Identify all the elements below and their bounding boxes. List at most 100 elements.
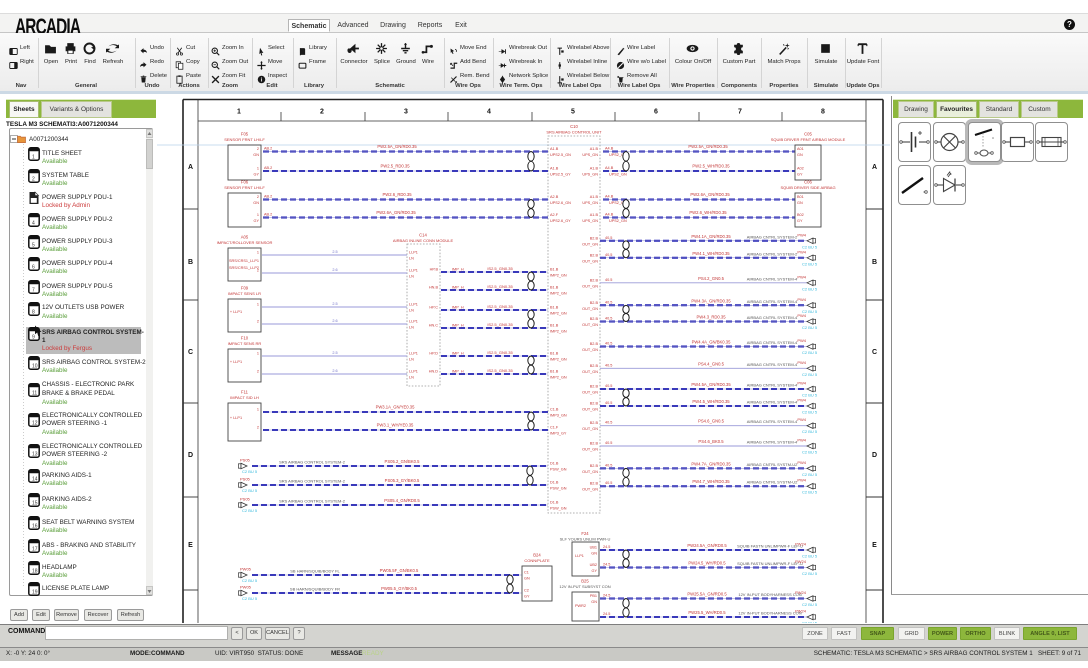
svg-text:C2 BU 5: C2 BU 5 <box>802 372 818 377</box>
svg-text:B2.B: B2.B <box>590 278 599 282</box>
svg-text:C2 BU 5: C2 BU 5 <box>802 410 818 415</box>
svg-text:C10: C10 <box>570 124 578 129</box>
svg-text:GN: GN <box>797 201 803 205</box>
svg-text:B1.B: B1.B <box>550 268 559 272</box>
svg-text:C2 BU 5: C2 BU 5 <box>242 578 258 583</box>
svg-text:OUT_GN: OUT_GN <box>582 448 598 452</box>
svg-text:PW2.5_RD0.35: PW2.5_RD0.35 <box>380 164 410 169</box>
svg-text:A1.B: A1.B <box>550 147 559 151</box>
svg-text:C2 BU 5: C2 BU 5 <box>242 488 258 493</box>
svg-text:2: 2 <box>257 269 259 273</box>
svg-text:12V IN-PUT BODYHARNESS CON: 12V IN-PUT BODYHARNESS CON <box>738 592 801 597</box>
svg-text:D1.B: D1.B <box>550 501 559 505</box>
svg-text:AIRBAG CNTRL SYSTM-U2: AIRBAG CNTRL SYSTM-U2 <box>747 462 799 467</box>
svg-text:IS2.5_GN0.35: IS2.5_GN0.35 <box>487 266 513 271</box>
svg-text:40.5: 40.5 <box>605 363 612 367</box>
svg-text:AIRBAG CNTRL SYSTEM-4: AIRBAG CNTRL SYSTEM-4 <box>747 440 798 445</box>
svg-text:PW24.5A_GN/RD0.5: PW24.5A_GN/RD0.5 <box>687 543 727 548</box>
svg-text:SENSOR FRNT LH/LF: SENSOR FRNT LH/LF <box>224 185 265 190</box>
svg-text:SQUIB DRIVER SIDE AIRBAG: SQUIB DRIVER SIDE AIRBAG <box>780 185 835 190</box>
svg-text:F05: F05 <box>241 132 249 137</box>
svg-text:B2.B: B2.B <box>590 482 599 486</box>
svg-text:17: 17 <box>32 547 38 553</box>
svg-text:AIRBAG CNTRL SYSTEM-4: AIRBAG CNTRL SYSTEM-4 <box>747 362 798 367</box>
svg-text:IMP2_GN: IMP2_GN <box>550 376 567 380</box>
svg-text:PS4.6_GN0.5: PS4.6_GN0.5 <box>698 419 725 424</box>
svg-text:OUT_GN: OUT_GN <box>582 242 598 246</box>
svg-text:PWR2: PWR2 <box>575 604 586 608</box>
svg-text:SRS/CRS1_LLP2: SRS/CRS1_LLP2 <box>229 266 259 270</box>
svg-text:IMP_H: IMP_H <box>452 286 464 290</box>
svg-text:+ LLP1: + LLP1 <box>230 310 242 314</box>
svg-text:11: 11 <box>32 390 37 396</box>
svg-text:SB HARN/SQUIB/BODY FL: SB HARN/SQUIB/BODY FL <box>290 569 340 574</box>
svg-text:GN: GN <box>524 577 530 581</box>
svg-text:UPS_GN: UPS_GN <box>582 173 598 177</box>
svg-text:PW4: PW4 <box>797 438 806 443</box>
svg-text:12V IN-PUT BODYHARNESS CON: 12V IN-PUT BODYHARNESS CON <box>738 611 801 616</box>
svg-text:B: B <box>188 259 193 266</box>
svg-text:C: C <box>872 349 877 356</box>
svg-text:OUT_GN: OUT_GN <box>582 488 598 492</box>
svg-text:A05: A05 <box>241 235 249 240</box>
svg-text:AIRBAG CNTRL SYSTEM-4: AIRBAG CNTRL SYSTEM-4 <box>747 400 798 405</box>
svg-text:AIRBAG CNTRL SYSTEM-4: AIRBAG CNTRL SYSTEM-4 <box>747 383 798 388</box>
svg-text:AB.2: AB.2 <box>264 166 272 170</box>
svg-text:C2 BU 5: C2 BU 5 <box>802 450 818 455</box>
svg-text:UPS2.6_GN: UPS2.6_GN <box>550 201 571 205</box>
svg-text:IMPACT/ROLLOVER SENSOR: IMPACT/ROLLOVER SENSOR <box>217 240 273 245</box>
svg-text:18: 18 <box>32 569 38 575</box>
svg-text:PW4: PW4 <box>797 232 806 237</box>
svg-text:AIRBAG CNTRL SYSTEM-4: AIRBAG CNTRL SYSTEM-4 <box>747 340 798 345</box>
svg-text:IMP3_GN: IMP3_GN <box>550 414 567 418</box>
svg-text:IMP_H: IMP_H <box>452 370 464 374</box>
svg-text:PW2.5_WH/RD0.35: PW2.5_WH/RD0.35 <box>692 164 730 169</box>
svg-text:2: 2 <box>257 370 259 374</box>
svg-text:GY: GY <box>797 173 803 177</box>
svg-text:B2.B: B2.B <box>590 253 599 257</box>
svg-text:AIRBAG CNTRL SYSTEM-2: AIRBAG CNTRL SYSTEM-2 <box>747 251 798 256</box>
svg-text:A1.B: A1.B <box>550 167 559 171</box>
svg-text:5: 5 <box>571 109 575 116</box>
svg-text:PW05: PW05 <box>240 567 252 572</box>
svg-text:B2.B: B2.B <box>590 442 599 446</box>
svg-text:IS2.5_GN0.35: IS2.5_GN0.35 <box>487 350 513 355</box>
svg-text:LLP1: LLP1 <box>575 554 584 558</box>
svg-text:UPS2_GN: UPS2_GN <box>609 219 627 223</box>
svg-text:4: 4 <box>487 109 491 116</box>
svg-text:LN: LN <box>409 326 414 330</box>
svg-text:GY: GY <box>592 569 598 573</box>
svg-text:LN: LN <box>409 275 414 279</box>
svg-text:PW4: PW4 <box>797 381 806 386</box>
svg-text:C2 BU 5: C2 BU 5 <box>802 472 818 477</box>
svg-text:C2 BU 5: C2 BU 5 <box>802 350 818 355</box>
svg-text:2.6: 2.6 <box>332 268 337 272</box>
svg-text:OUT_GN: OUT_GN <box>582 408 598 412</box>
svg-text:B02: B02 <box>797 213 804 217</box>
svg-text:PS4.4_GN0.5: PS4.4_GN0.5 <box>698 361 725 366</box>
svg-text:OUT_GN: OUT_GN <box>582 391 598 395</box>
svg-text:GY: GY <box>254 173 260 177</box>
svg-text:HP.B: HP.B <box>430 268 439 272</box>
svg-text:PW4.4A_GN/BK0.35: PW4.4A_GN/BK0.35 <box>692 340 732 345</box>
svg-text:A1.B: A1.B <box>590 195 599 199</box>
svg-text:F06: F06 <box>241 180 249 185</box>
svg-text:24.5: 24.5 <box>603 612 610 616</box>
svg-text:PW4.5A_GN/RD0.35: PW4.5A_GN/RD0.35 <box>691 382 731 387</box>
svg-text:UPS2.5_GY: UPS2.5_GY <box>550 173 571 177</box>
svg-text:A1.B: A1.B <box>590 167 599 171</box>
svg-text:C14: C14 <box>419 233 427 238</box>
svg-text:PSW_GN: PSW_GN <box>550 487 567 491</box>
svg-text:B2.B: B2.B <box>590 301 599 305</box>
svg-text:A01: A01 <box>797 147 804 151</box>
svg-text:SRS AIRBAG CONTROL UNIT: SRS AIRBAG CONTROL UNIT <box>546 130 602 135</box>
svg-text:12V IN-PUT SUBSYST CON: 12V IN-PUT SUBSYST CON <box>559 584 610 589</box>
svg-text:C2 BU 5: C2 BU 5 <box>802 325 818 330</box>
svg-text:GN: GN <box>797 153 803 157</box>
svg-text:24.5: 24.5 <box>603 545 610 549</box>
svg-text:UPS2_GN: UPS2_GN <box>609 173 627 177</box>
svg-text:PW4.1_WH/RD0.35: PW4.1_WH/RD0.35 <box>692 251 730 256</box>
svg-text:10: 10 <box>32 364 38 370</box>
svg-text:4: 4 <box>32 221 35 227</box>
svg-text:14: 14 <box>32 477 38 483</box>
